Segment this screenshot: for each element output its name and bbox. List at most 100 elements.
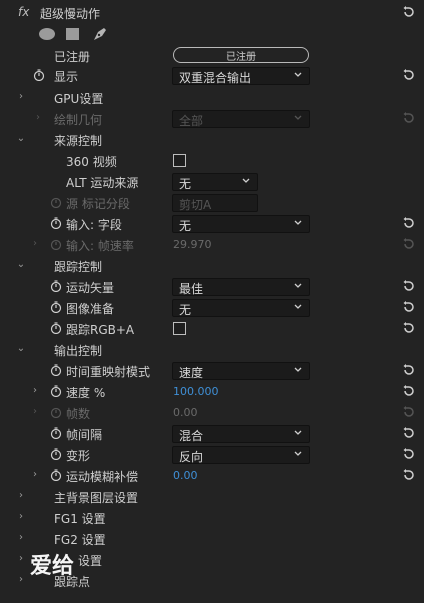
fg1-settings-row[interactable]: › FG1 设置 xyxy=(0,507,424,528)
reset-icon[interactable] xyxy=(402,5,416,19)
chevron-down-icon xyxy=(294,430,302,435)
alt-source-row: ALT 运动来源 无 xyxy=(0,171,424,192)
reset-icon[interactable] xyxy=(402,426,416,440)
watermark-logo: 爱给 xyxy=(30,554,75,579)
chevron-right-icon[interactable]: › xyxy=(16,533,26,543)
source-tag-value: 剪切A xyxy=(179,198,212,212)
reset-icon[interactable] xyxy=(402,68,416,82)
stopwatch-icon[interactable] xyxy=(50,322,62,334)
motion-blur-label: 运动模糊补偿 xyxy=(66,470,139,484)
stopwatch-icon[interactable] xyxy=(50,469,62,481)
registered-row: 已注册 已注册 xyxy=(0,45,424,66)
source-control-row[interactable]: ⌄ 来源控制 xyxy=(0,129,424,150)
frame-interval-row: 帧间隔 混合 xyxy=(0,423,424,444)
stopwatch-icon[interactable] xyxy=(50,364,62,376)
mask-tools-row xyxy=(0,24,424,45)
speed-label: 速度 % xyxy=(66,386,106,400)
time-remap-dropdown[interactable]: 速度 xyxy=(172,362,310,380)
frames-label: 帧数 xyxy=(66,407,91,421)
reset-icon[interactable] xyxy=(402,468,416,482)
motion-vector-label: 运动矢量 xyxy=(66,281,115,295)
stopwatch-icon xyxy=(50,238,62,250)
background-layer-settings-row[interactable]: › 主背景图层设置 xyxy=(0,486,424,507)
input-field-dropdown[interactable]: 无 xyxy=(172,215,310,233)
chevron-down-icon xyxy=(294,304,302,309)
chevron-right-icon[interactable]: › xyxy=(16,491,26,501)
video360-checkbox[interactable] xyxy=(173,154,186,167)
track-rgba-checkbox[interactable] xyxy=(173,322,186,335)
frames-value: 0.00 xyxy=(173,406,198,419)
chevron-right-icon[interactable]: › xyxy=(30,386,40,396)
effect-header-row[interactable]: fx 超级慢动作 xyxy=(0,2,424,23)
image-prep-value: 无 xyxy=(179,303,192,317)
gpu-settings-label: GPU设置 xyxy=(54,92,104,106)
chevron-down-icon xyxy=(294,72,302,77)
time-remap-row: 时间重映射模式 速度 xyxy=(0,360,424,381)
fg2-settings-row[interactable]: › FG2 设置 xyxy=(0,528,424,549)
source-tag-row: 源 标记分段 剪切A xyxy=(0,192,424,213)
chevron-down-icon xyxy=(242,178,250,183)
chevron-right-icon: › xyxy=(33,406,37,417)
ellipse-mask-icon[interactable] xyxy=(38,27,56,44)
reset-icon[interactable] xyxy=(402,384,416,398)
motion-blur-row: › 运动模糊补偿 0.00 xyxy=(0,465,424,486)
stopwatch-icon[interactable] xyxy=(50,427,62,439)
reset-icon[interactable] xyxy=(402,447,416,461)
alt-source-label: ALT 运动来源 xyxy=(66,176,139,190)
output-control-label: 输出控制 xyxy=(54,344,103,358)
stopwatch-icon[interactable] xyxy=(50,448,62,460)
image-prep-dropdown[interactable]: 无 xyxy=(172,299,310,317)
input-field-row: 输入: 字段 无 xyxy=(0,213,424,234)
chevron-down-icon xyxy=(294,283,302,288)
registered-label: 已注册 xyxy=(54,50,91,64)
matte-settings-label: 设置 xyxy=(78,554,103,568)
chevron-down-icon xyxy=(294,115,302,120)
output-control-row[interactable]: ⌄ 输出控制 xyxy=(0,339,424,360)
reset-icon[interactable] xyxy=(402,300,416,314)
input-field-value: 无 xyxy=(179,219,192,233)
chevron-right-icon[interactable]: › xyxy=(16,512,26,522)
chevron-down-icon xyxy=(294,451,302,456)
reset-icon[interactable] xyxy=(402,363,416,377)
warp-dropdown[interactable]: 反向 xyxy=(172,446,310,464)
chevron-down-icon[interactable]: ⌄ xyxy=(16,260,26,270)
image-prep-row: 图像准备 无 xyxy=(0,297,424,318)
chevron-right-icon: › xyxy=(33,238,37,249)
reset-icon[interactable] xyxy=(402,321,416,335)
chevron-down-icon[interactable]: ⌄ xyxy=(16,344,26,354)
stopwatch-icon[interactable] xyxy=(50,280,62,292)
chevron-right-icon[interactable]: › xyxy=(16,575,26,585)
rectangle-mask-icon[interactable] xyxy=(65,27,80,44)
chevron-right-icon[interactable]: › xyxy=(16,554,26,564)
input-framerate-row: › 输入: 帧速率 29.970 xyxy=(0,234,424,255)
pen-mask-icon[interactable] xyxy=(92,26,108,45)
stopwatch-icon xyxy=(50,196,62,208)
speed-value[interactable]: 100.000 xyxy=(173,385,219,398)
source-tag-label: 源 标记分段 xyxy=(66,197,130,211)
motion-vector-dropdown[interactable]: 最佳 xyxy=(172,278,310,296)
alt-source-dropdown[interactable]: 无 xyxy=(172,173,258,191)
fg1-settings-label: FG1 设置 xyxy=(54,512,106,526)
tracking-control-row[interactable]: ⌄ 跟踪控制 xyxy=(0,255,424,276)
draw-geometry-row: › 绘制几何 全部 xyxy=(0,108,424,129)
stopwatch-icon[interactable] xyxy=(50,385,62,397)
chevron-right-icon[interactable]: › xyxy=(30,470,40,480)
chevron-right-icon[interactable]: › xyxy=(16,92,26,102)
stopwatch-icon[interactable] xyxy=(50,301,62,313)
gpu-settings-row[interactable]: › GPU设置 xyxy=(0,87,424,108)
time-remap-value: 速度 xyxy=(179,366,204,380)
frame-interval-dropdown[interactable]: 混合 xyxy=(172,425,310,443)
motion-blur-value[interactable]: 0.00 xyxy=(173,469,198,482)
input-field-label: 输入: 字段 xyxy=(66,218,122,232)
fx-toggle[interactable]: fx xyxy=(18,5,29,19)
stopwatch-icon[interactable] xyxy=(50,217,62,229)
speed-row: › 速度 % 100.000 xyxy=(0,381,424,402)
reset-icon[interactable] xyxy=(402,216,416,230)
chevron-down-icon[interactable]: ⌄ xyxy=(16,134,26,144)
warp-label: 变形 xyxy=(66,449,91,463)
stopwatch-icon[interactable] xyxy=(33,69,45,81)
reset-icon[interactable] xyxy=(402,279,416,293)
input-framerate-label: 输入: 帧速率 xyxy=(66,239,134,253)
display-dropdown[interactable]: 双重混合输出 xyxy=(172,67,310,85)
registered-button[interactable]: 已注册 xyxy=(173,47,309,63)
